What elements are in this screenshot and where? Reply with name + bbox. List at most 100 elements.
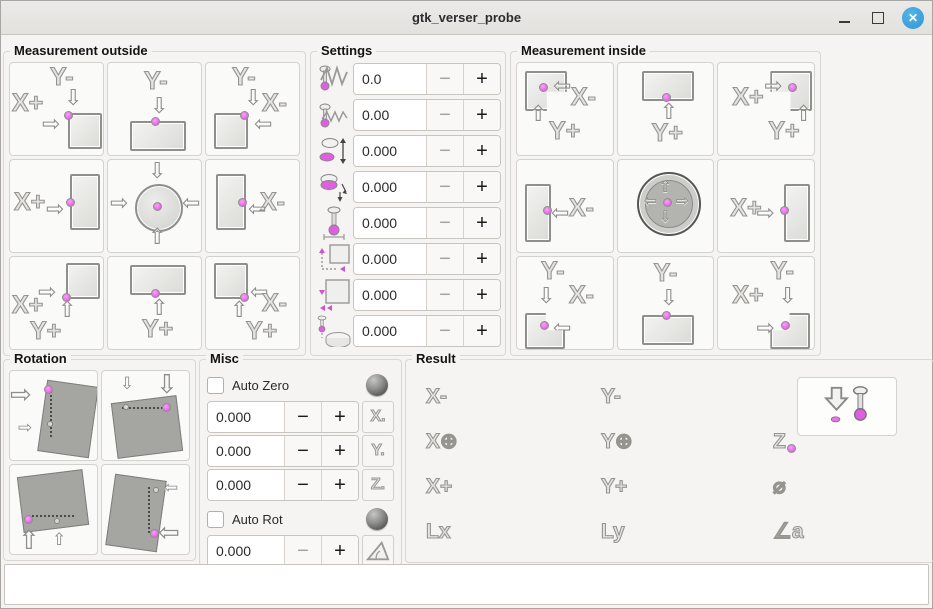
search-vel-fine-increment-button[interactable]: + <box>463 100 500 130</box>
offset-y-decrement-button[interactable]: − <box>284 436 321 466</box>
rotation-angle-increment-button[interactable]: + <box>321 536 358 566</box>
probe-diameter-entry[interactable]: 0.000 <box>354 208 426 238</box>
z-clearance-icon <box>315 315 353 347</box>
search-vel-fine-decrement-button[interactable]: − <box>426 100 463 130</box>
probe-outside-xp-ym[interactable]: Y-X+⇩⇨ <box>9 62 104 156</box>
offset-z-entry[interactable]: 0.000 <box>208 470 284 500</box>
probe-outside-ym[interactable]: Y-⇩ <box>107 62 202 156</box>
offset-x-entry[interactable]: 0.000 <box>208 402 284 432</box>
search-vel-fine-entry[interactable]: 0.00 <box>354 100 426 130</box>
result-angle: ∠a <box>773 521 804 543</box>
axis-label: X+ <box>732 85 763 110</box>
probe-outside-xm-yp[interactable]: ⇦⇧X-Y+ <box>205 256 300 350</box>
minimize-button[interactable] <box>834 8 854 28</box>
probe-point-icon <box>151 117 160 126</box>
offset-x-decrement-button[interactable]: − <box>284 402 321 432</box>
probe-point-icon <box>62 293 71 302</box>
probe-search-distance-increment-button[interactable]: + <box>463 172 500 202</box>
rotation-angle-entry[interactable]: 0.000 <box>208 536 284 566</box>
offset-y-entry[interactable]: 0.000 <box>208 436 284 466</box>
rotate-top-edge[interactable]: ⇩⇩ <box>101 370 190 461</box>
edge-length-entry[interactable]: 0.000 <box>354 280 426 310</box>
probe-diameter-spinbox: 0.000−+ <box>353 207 501 239</box>
arrow-up-icon: ⇧ <box>148 226 166 248</box>
zero-y-button[interactable]: Y. <box>362 435 394 467</box>
search-vel-coarse-decrement-button[interactable]: − <box>426 64 463 94</box>
probe-inside-xp-ym[interactable]: Y-X+⇩⇨ <box>717 256 815 350</box>
offset-z-decrement-button[interactable]: − <box>284 470 321 500</box>
xy-clearance-entry[interactable]: 0.000 <box>354 244 426 274</box>
zero-x-button[interactable]: X. <box>362 401 394 433</box>
probe-latch-distance-increment-button[interactable]: + <box>463 136 500 166</box>
probe-diameter-increment-button[interactable]: + <box>463 208 500 238</box>
search-vel-coarse-increment-button[interactable]: + <box>463 64 500 94</box>
probe-inside-xm-yp[interactable]: ⇦⇧X-Y+ <box>516 62 614 156</box>
arrow-right-icon: ⇨ <box>46 198 64 220</box>
probe-inside-xp-yp[interactable]: ⇨⇧X+Y+ <box>717 62 815 156</box>
arrow-down-icon: ⇩ <box>150 95 168 117</box>
close-button[interactable]: ✕ <box>902 7 924 29</box>
axis-label: Y+ <box>30 319 61 344</box>
edge-length-increment-button[interactable]: + <box>463 280 500 310</box>
probe-diameter-decrement-button[interactable]: − <box>426 208 463 238</box>
rotate-left-edge[interactable]: ⇨⇨ <box>9 370 98 461</box>
rotate-right-edge[interactable]: ⇦⇦ <box>101 464 190 555</box>
search-vel-coarse-entry[interactable]: 0.0 <box>354 64 426 94</box>
touch-point-icon <box>153 487 159 493</box>
rotation-angle-decrement-button[interactable]: − <box>284 536 321 566</box>
result-x-minus: X- <box>426 386 601 408</box>
probe-inside-xm-ym[interactable]: Y-X-⇩⇦ <box>516 256 614 350</box>
probe-search-distance-decrement-button[interactable]: − <box>426 172 463 202</box>
zero-z-button[interactable]: Z. <box>362 469 394 501</box>
probe-diameter-icon <box>315 206 353 240</box>
probe-latch-distance-entry[interactable]: 0.000 <box>354 136 426 166</box>
auto-zero-checkbox[interactable] <box>207 377 224 394</box>
probe-latch-distance-decrement-button[interactable]: − <box>426 136 463 166</box>
rotated-workpiece <box>111 395 183 459</box>
rotate-bottom-edge[interactable]: ⇧⇧ <box>9 464 98 555</box>
probe-inside-yp[interactable]: ⇧Y+ <box>617 62 715 156</box>
maximize-button[interactable] <box>868 8 888 28</box>
xy-clearance-decrement-button[interactable]: − <box>426 244 463 274</box>
offset-x-increment-button[interactable]: + <box>321 402 358 432</box>
probe-outside-xp-yp[interactable]: X+Y+⇨⇧ <box>9 256 104 350</box>
probe-z-down-button[interactable] <box>797 377 897 436</box>
arrow-up-icon: ⇧ <box>659 180 672 196</box>
probe-point-icon <box>662 311 671 320</box>
arrow-down-icon: ⇩ <box>659 210 672 226</box>
probe-inside-xp[interactable]: ⇨X+ <box>717 159 815 253</box>
edge-length-decrement-button[interactable]: − <box>426 280 463 310</box>
axis-label: X+ <box>12 91 43 116</box>
arrow-up-icon: ⇧ <box>52 531 66 548</box>
arrow-left-icon: ⇦ <box>164 479 178 496</box>
probe-outside-yp[interactable]: ⇧Y+ <box>107 256 202 350</box>
touch-point-icon <box>47 421 53 427</box>
probe-inside-ym[interactable]: Y-⇩ <box>617 256 715 350</box>
result-x-center: X⊕ <box>426 431 601 453</box>
arrow-left-icon: ⇦ <box>182 192 200 214</box>
z-clearance-entry[interactable]: 0.000 <box>354 316 426 346</box>
arrow-left-icon: ⇦ <box>254 113 272 135</box>
rotate-system-button[interactable] <box>362 535 394 567</box>
offset-z-increment-button[interactable]: + <box>321 470 358 500</box>
z-clearance-decrement-button[interactable]: − <box>426 316 463 346</box>
probe-outside-xm-ym[interactable]: Y-X-⇩⇦ <box>205 62 300 156</box>
arrow-right-icon: ⇨ <box>18 419 32 436</box>
z-clearance-increment-button[interactable]: + <box>463 316 500 346</box>
auto-rot-checkbox[interactable] <box>207 511 224 528</box>
probe-search-distance-entry[interactable]: 0.000 <box>354 172 426 202</box>
probe-latch-distance-spinbox: 0.000−+ <box>353 135 501 167</box>
probe-outside-xp[interactable]: X+⇨ <box>9 159 104 253</box>
probe-outside-center[interactable]: ⇩⇧⇨⇦ <box>107 159 202 253</box>
axis-label: Y- <box>770 259 794 284</box>
offset-y-increment-button[interactable]: + <box>321 436 358 466</box>
maximize-icon <box>872 12 884 24</box>
axis-label: Y+ <box>142 317 173 342</box>
status-console[interactable] <box>4 564 929 605</box>
titlebar: gtk_verser_probe ✕ <box>1 1 932 35</box>
xy-clearance-increment-button[interactable]: + <box>463 244 500 274</box>
probe-outside-xm[interactable]: X-⇦ <box>205 159 300 253</box>
probe-inside-center[interactable]: ⇧⇩⇨⇦ <box>617 159 715 253</box>
probe-inside-xm[interactable]: ⇦X- <box>516 159 614 253</box>
search-distance-icon <box>315 172 353 202</box>
